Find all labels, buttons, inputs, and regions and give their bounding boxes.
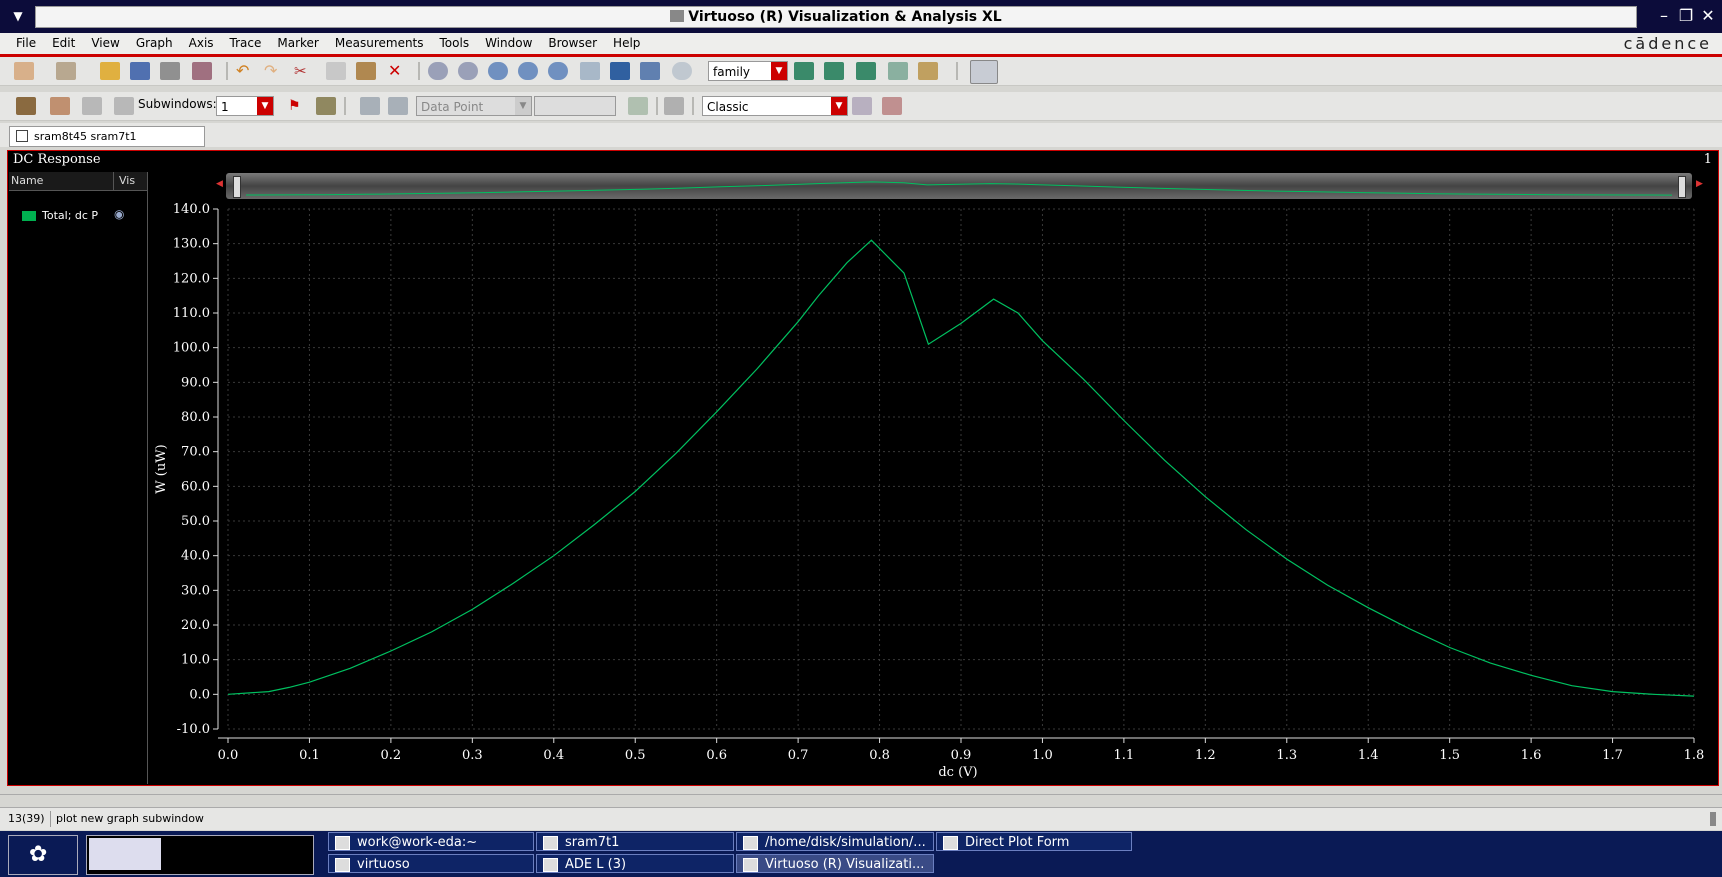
- x-tick-label: 1.6: [1521, 748, 1542, 763]
- y-tick-label: 50.0: [181, 514, 210, 529]
- y-tick-label: 140.0: [173, 202, 210, 217]
- schematic-icon: [543, 836, 558, 850]
- x-axis-label: dc (V): [938, 765, 977, 780]
- y-tick-label: 70.0: [181, 445, 210, 460]
- status-bar: 13(39) plot new graph subwindow: [0, 807, 1722, 830]
- gnome-foot-icon: ✿: [29, 842, 48, 867]
- task-virtuoso[interactable]: virtuoso: [328, 854, 534, 873]
- x-tick-label: 1.8: [1684, 748, 1705, 763]
- task-label: /home/disk/simulation/...: [765, 835, 926, 850]
- task-label: virtuoso: [357, 857, 410, 872]
- workspace-pager[interactable]: [86, 835, 314, 875]
- task-label: Direct Plot Form: [965, 835, 1070, 850]
- task-viva[interactable]: Virtuoso (R) Visualizati...: [736, 854, 934, 873]
- task-label: work@work-eda:~: [357, 835, 478, 850]
- x-tick-label: 0.2: [381, 748, 402, 763]
- x-tick-label: 1.2: [1195, 748, 1216, 763]
- workspace-1-thumbnail[interactable]: [89, 838, 161, 870]
- series-line-0[interactable]: [227, 239, 1695, 697]
- task-label: ADE L (3): [565, 857, 627, 872]
- form-icon: [943, 836, 958, 850]
- resize-grip-icon[interactable]: [1710, 812, 1716, 826]
- y-tick-label: 0.0: [189, 687, 210, 702]
- x-tick-label: 0.9: [951, 748, 972, 763]
- cadence-icon: [335, 858, 350, 872]
- x-tick-label: 1.1: [1114, 748, 1135, 763]
- start-menu-button[interactable]: ✿: [8, 835, 78, 875]
- x-tick-label: 0.3: [462, 748, 483, 763]
- viva-icon: [743, 858, 758, 872]
- status-message: plot new graph subwindow: [56, 812, 204, 825]
- dc-response-chart[interactable]: 0.0 0.1 0.2 0.3 0.4 0.5 0.6 0.7 0.8 0.9 1.0 1.1 1.2 1…: [0, 0, 1722, 790]
- status-divider: [50, 811, 51, 827]
- scroller-overview-trace: [245, 181, 1673, 196]
- x-tick-label: 0.0: [218, 748, 239, 763]
- x-tick-label: 1.3: [1276, 748, 1297, 763]
- task-path[interactable]: /home/disk/simulation/...: [736, 832, 934, 851]
- task-label: Virtuoso (R) Visualizati...: [765, 857, 925, 872]
- x-tick-label: 1.0: [1032, 748, 1053, 763]
- x-tick-label: 1.5: [1439, 748, 1460, 763]
- y-tick-label: 80.0: [181, 410, 210, 425]
- y-tick-label: 10.0: [181, 653, 210, 668]
- y-tick-label: 20.0: [181, 618, 210, 633]
- horizontal-scrollbar[interactable]: [0, 794, 1722, 805]
- x-tick-label: 1.4: [1358, 748, 1379, 763]
- x-tick-label: 1.7: [1602, 748, 1623, 763]
- y-tick-label: -10.0: [177, 722, 210, 737]
- status-count: 13(39): [8, 812, 45, 825]
- x-tick-label: 0.6: [706, 748, 727, 763]
- x-tick-label: 0.1: [299, 748, 320, 763]
- x-tick-label: 0.8: [869, 748, 890, 763]
- terminal-icon: [335, 836, 350, 850]
- task-ade[interactable]: ADE L (3): [536, 854, 734, 873]
- y-tick-label: 110.0: [173, 306, 210, 321]
- x-tick-label: 0.5: [625, 748, 646, 763]
- x-tick-label: 0.7: [788, 748, 809, 763]
- cadence-icon: [743, 836, 758, 850]
- task-schematic[interactable]: sram7t1: [536, 832, 734, 851]
- taskbar: ✿ work@work-eda:~ sram7t1 /home/disk/sim…: [0, 831, 1722, 877]
- task-label: sram7t1: [565, 835, 620, 850]
- ade-icon: [543, 858, 558, 872]
- y-tick-label: 60.0: [181, 479, 210, 494]
- y-tick-label: 130.0: [173, 237, 210, 252]
- y-tick-label: 40.0: [181, 549, 210, 564]
- y-tick-label: 120.0: [173, 271, 210, 286]
- y-tick-label: 90.0: [181, 375, 210, 390]
- x-tick-label: 0.4: [543, 748, 564, 763]
- task-terminal[interactable]: work@work-eda:~: [328, 832, 534, 851]
- y-tick-label: 30.0: [181, 583, 210, 598]
- y-tick-label: 100.0: [173, 341, 210, 356]
- task-direct-plot[interactable]: Direct Plot Form: [936, 832, 1132, 851]
- y-axis-label: W (uW): [154, 444, 169, 493]
